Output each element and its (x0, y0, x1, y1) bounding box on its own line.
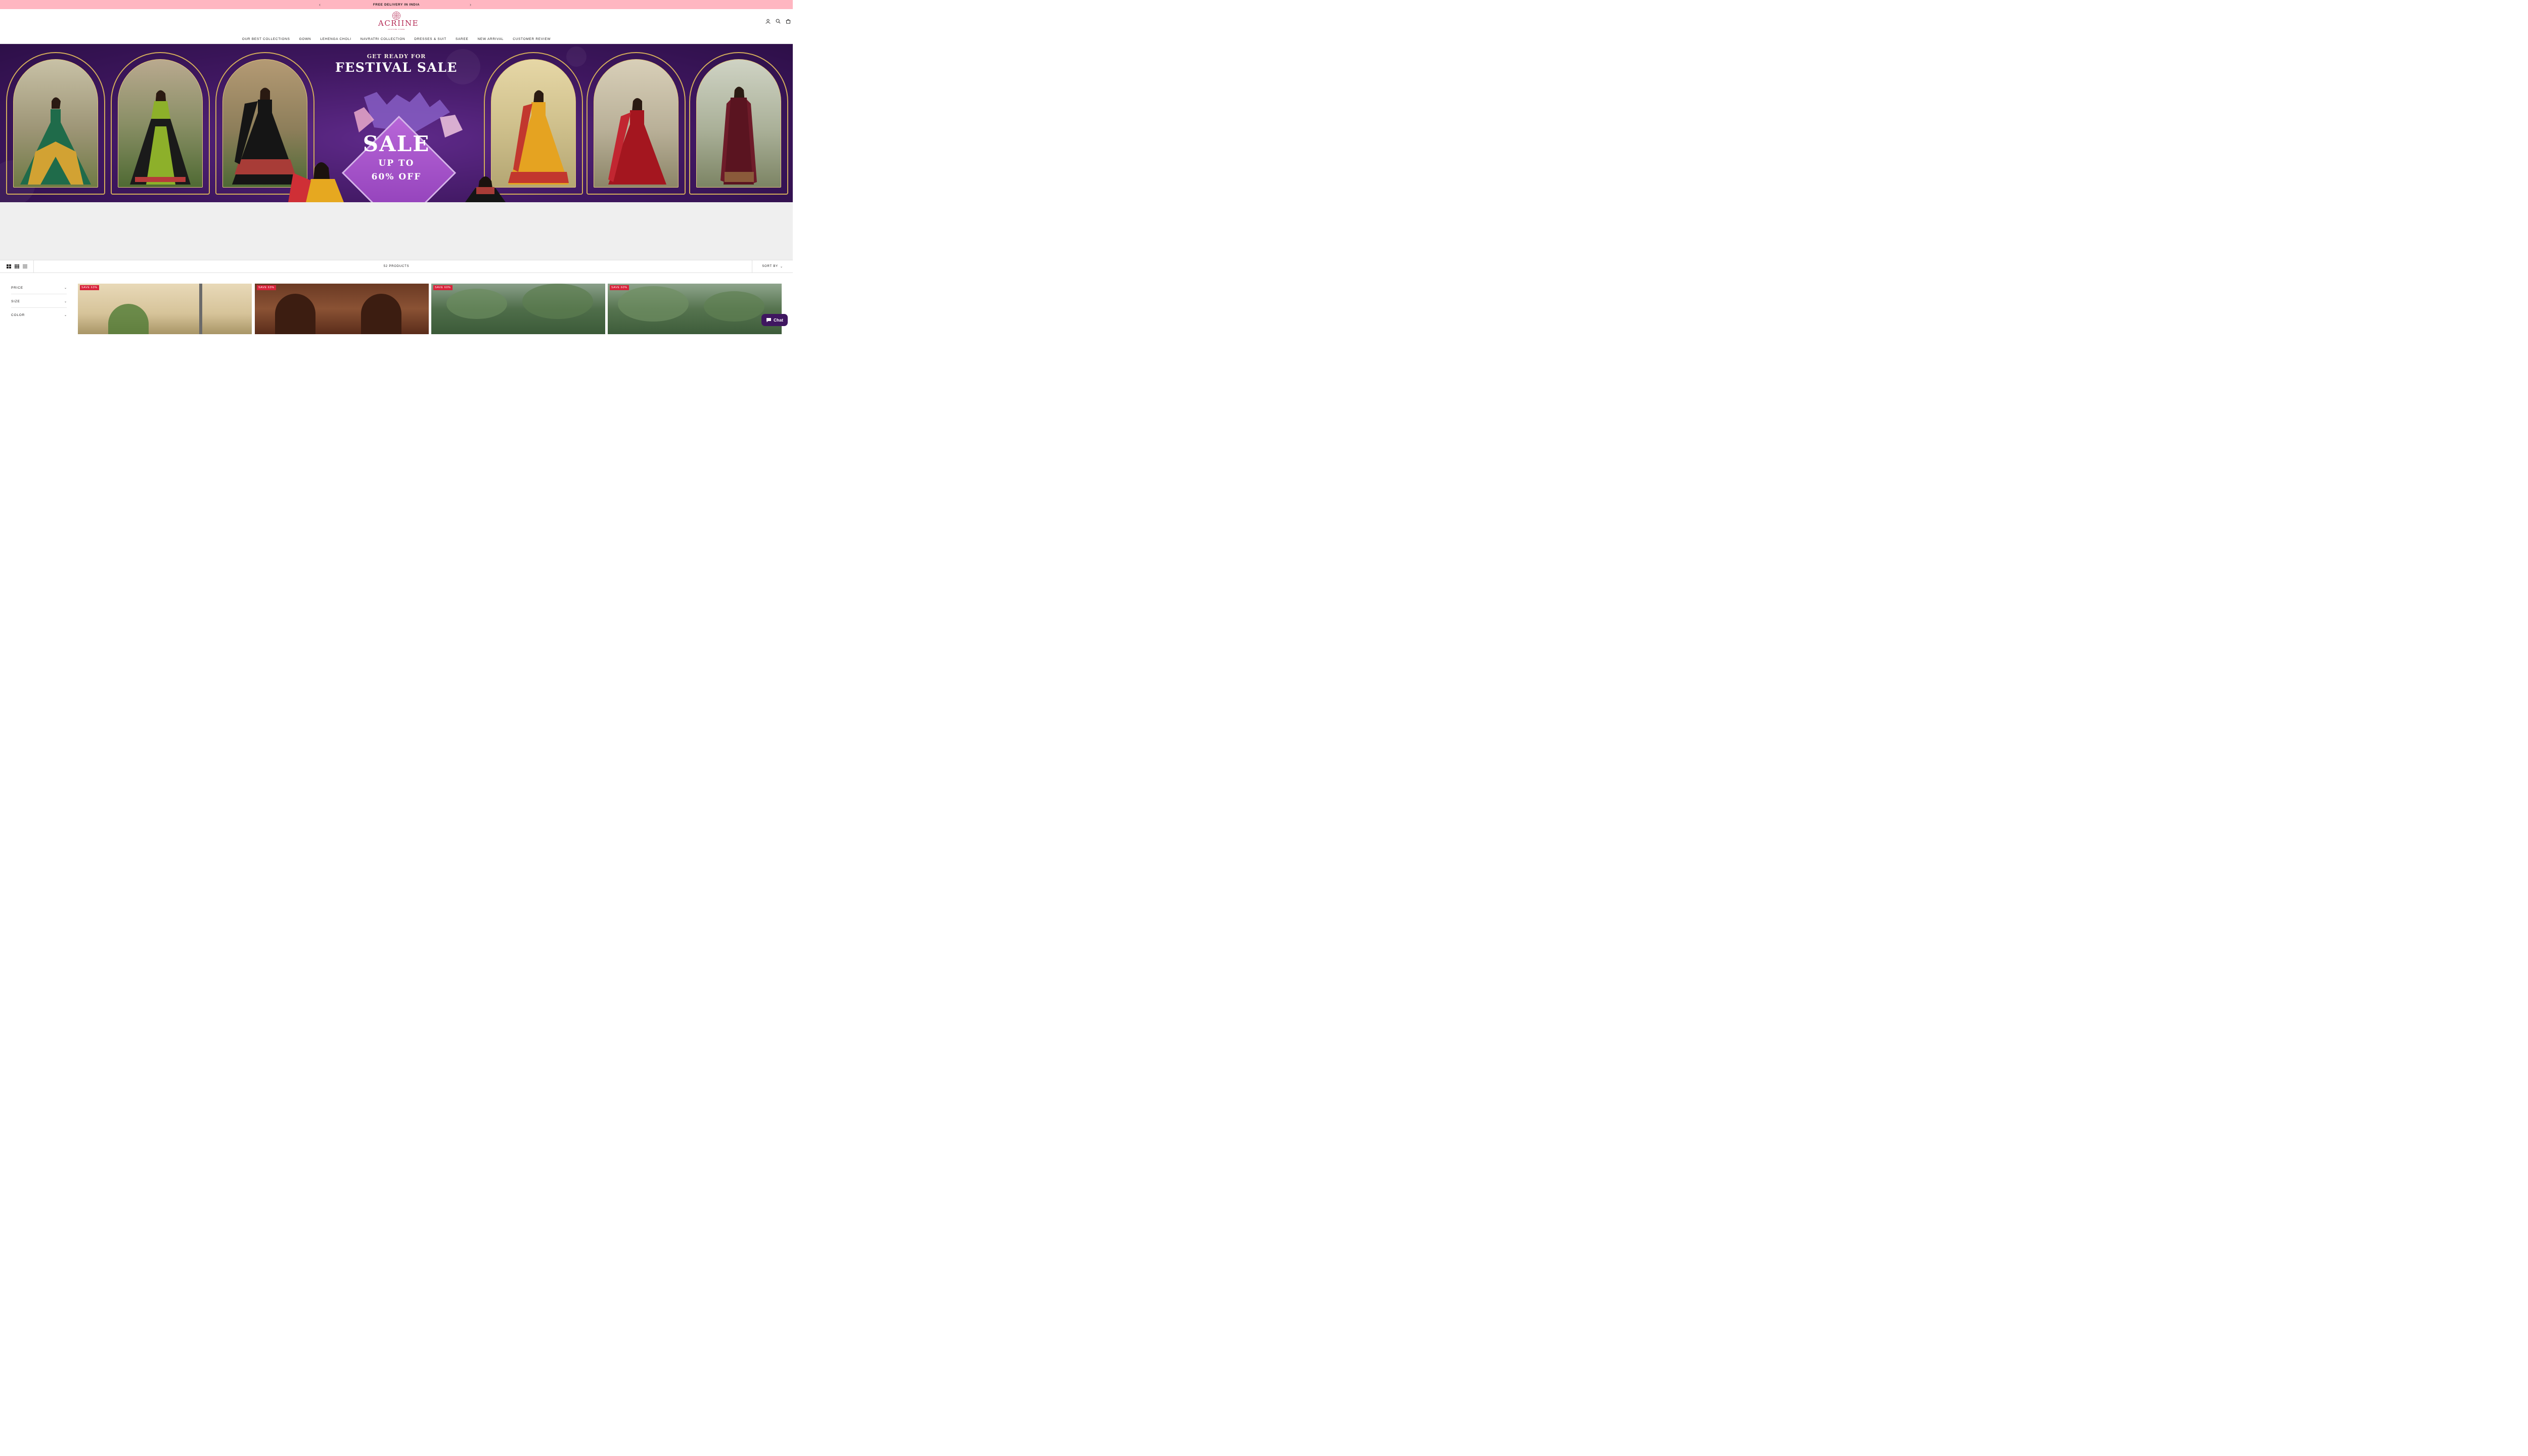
nav-item-customer-review[interactable]: CUSTOMER REVIEW (513, 37, 551, 41)
chevron-down-icon: ⌄ (64, 314, 67, 317)
filter-sidebar: PRICE ⌄ SIZE ⌄ COLOR ⌄ (11, 281, 67, 322)
discount-badge: SAVE 63% (257, 285, 276, 290)
logo-text: ACRIINE (378, 19, 419, 28)
nav-item-gown[interactable]: GOWN (299, 37, 311, 41)
discount-badge: SAVE 63% (80, 285, 99, 290)
product-image (78, 284, 252, 334)
nav-item-new-arrival[interactable]: NEW ARRIVAL (478, 37, 504, 41)
chat-label: Chat (774, 317, 783, 323)
sale-heading: SALE (363, 131, 430, 156)
account-icon[interactable] (765, 19, 771, 24)
filter-color[interactable]: COLOR ⌄ (11, 308, 67, 322)
product-card[interactable]: SAVE 63% (255, 284, 429, 334)
filter-label: PRICE (11, 286, 23, 290)
product-image (255, 284, 429, 334)
sale-line-1: UP TO (378, 158, 415, 168)
filter-size[interactable]: SIZE ⌄ (11, 294, 67, 308)
chevron-left-icon[interactable]: ‹ (319, 2, 321, 8)
nav-item-dresses-suit[interactable]: DRESSES & SUIT (414, 37, 446, 41)
discount-badge: SAVE 60% (433, 285, 453, 290)
announcement-text: FREE DELIVERY IN INDIA (373, 3, 420, 7)
product-card[interactable]: SAVE 60% (608, 284, 782, 334)
section-spacer (0, 202, 793, 260)
sort-by-dropdown[interactable]: SORT BY ⌄ (752, 260, 793, 272)
search-icon[interactable] (776, 19, 781, 24)
chevron-down-icon: ⌄ (64, 286, 67, 290)
chat-bubble-icon (766, 318, 772, 323)
collection-toolbar: 52 PRODUCTS SORT BY ⌄ (0, 260, 793, 273)
sort-by-label: SORT BY (762, 265, 778, 268)
nav-item-lehenga-choli[interactable]: LEHENGA CHOLI (320, 37, 351, 41)
chevron-down-icon: ⌄ (780, 265, 783, 268)
chevron-down-icon: ⌄ (64, 300, 67, 303)
banner-kicker: GET READY FOR (367, 53, 426, 60)
nav-item-saree[interactable]: SAREE (456, 37, 469, 41)
nav-item-best-collections[interactable]: OUR BEST COLLECTIONS (242, 37, 290, 41)
product-card[interactable]: SAVE 60% (431, 284, 605, 334)
chat-button[interactable]: Chat (761, 314, 788, 326)
sale-line-2: 60% OFF (371, 172, 422, 182)
logo[interactable]: ACRIINE COUTURE STORE (378, 11, 419, 33)
discount-badge: SAVE 60% (610, 285, 629, 290)
filter-price[interactable]: PRICE ⌄ (11, 281, 67, 294)
cart-icon[interactable] (786, 19, 791, 24)
model-figure (720, 86, 757, 185)
product-image (608, 284, 782, 334)
product-count: 52 PRODUCTS (383, 265, 410, 268)
chevron-right-icon[interactable]: › (470, 2, 471, 8)
filter-label: SIZE (11, 299, 20, 303)
banner-title: FESTIVAL SALE (335, 60, 458, 75)
festival-sale-banner[interactable]: GET READY FOR FESTIVAL SALE SALE UP TO 6… (0, 44, 793, 202)
filter-label: COLOR (11, 313, 25, 317)
main-nav: OUR BEST COLLECTIONS GOWN LEHENGA CHOLI … (0, 37, 793, 41)
logo-tagline: COUTURE STORE (388, 28, 405, 30)
announcement-bar: ‹ FREE DELIVERY IN INDIA › (0, 0, 793, 9)
header-icons (765, 19, 791, 24)
site-header: ACRIINE COUTURE STORE OUR BEST COLLECTIO… (0, 9, 793, 43)
product-card[interactable]: SAVE 63% (78, 284, 252, 334)
nav-item-navratri-collection[interactable]: NAVRATRI COLLECTION (360, 37, 405, 41)
product-image (431, 284, 605, 334)
